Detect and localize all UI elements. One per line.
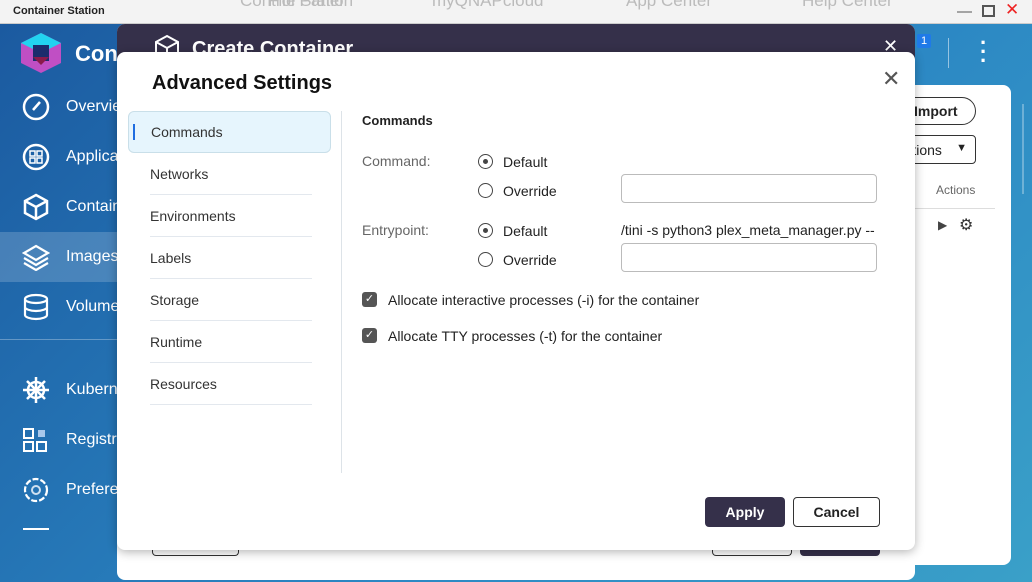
- sidebar-item-registries[interactable]: Registries: [0, 415, 137, 465]
- grid-icon: [22, 143, 50, 171]
- entrypoint-label: Entrypoint:: [362, 222, 429, 238]
- tty-label: Allocate TTY processes (-t) for the cont…: [388, 328, 663, 344]
- interactive-label: Allocate interactive processes (-i) for …: [388, 292, 700, 308]
- sidebar-item-kubernetes[interactable]: Kubernetes: [0, 365, 148, 415]
- sidebar-item-images[interactable]: Images: [0, 232, 120, 282]
- header-divider: [948, 38, 949, 68]
- app-logo-icon: [21, 33, 61, 73]
- window-title: Container Station: [13, 5, 111, 17]
- sidebar-more-item: [23, 528, 49, 530]
- command-override-input[interactable]: [621, 174, 877, 203]
- nav-runtime[interactable]: Runtime: [150, 321, 312, 363]
- bg-app-label: App Center: [626, 0, 712, 10]
- command-default-label: Default: [503, 154, 548, 170]
- entrypoint-default-radio[interactable]: [478, 223, 493, 238]
- entrypoint-override-input[interactable]: [621, 243, 877, 272]
- nav-networks[interactable]: Networks: [150, 153, 312, 195]
- layers-icon: [22, 244, 50, 271]
- nav-environments[interactable]: Environments: [150, 195, 312, 237]
- entrypoint-default-value: /tini -s python3 plex_meta_manager.py --: [621, 222, 875, 238]
- gear-icon: [23, 477, 49, 503]
- background-scrollbar: [1022, 104, 1032, 194]
- bg-app-label: myQNAPcloud: [432, 0, 544, 10]
- sidebar-item-overview[interactable]: Overview: [0, 82, 133, 132]
- bg-app-label: File Station: [268, 0, 354, 10]
- command-label: Command:: [362, 153, 431, 169]
- command-default-radio[interactable]: [478, 154, 493, 169]
- nav-labels[interactable]: Labels: [150, 237, 312, 279]
- section-title: Commands: [362, 113, 433, 128]
- images-panel: Import Actions ▼ Actions ▶ ⚙: [885, 85, 1011, 565]
- sidebar-item-applications[interactable]: Applications: [0, 132, 152, 182]
- caret-down-icon: ▼: [956, 142, 967, 154]
- nav-storage[interactable]: Storage: [150, 279, 312, 321]
- entrypoint-override-label: Override: [503, 252, 557, 268]
- cancel-button[interactable]: Cancel: [793, 497, 880, 527]
- nav-resources[interactable]: Resources: [150, 363, 312, 405]
- database-icon: [23, 293, 49, 321]
- window-titlebar: Control Panel File Station myQNAPcloud A…: [0, 0, 1032, 24]
- command-override-label: Override: [503, 183, 557, 199]
- dialog-title: Advanced Settings: [152, 72, 333, 94]
- gauge-icon: [22, 93, 50, 121]
- cube-icon: [23, 193, 49, 221]
- minimize-button[interactable]: —: [957, 4, 972, 19]
- helm-icon: [23, 377, 49, 403]
- settings-gear-icon[interactable]: ⚙: [959, 215, 973, 235]
- vertical-divider: [341, 111, 342, 473]
- notification-badge[interactable]: 1: [917, 34, 932, 48]
- sidebar-item-containers[interactable]: Containers: [0, 182, 143, 232]
- tty-checkbox[interactable]: ✓: [362, 328, 377, 343]
- maximize-button[interactable]: [982, 5, 995, 17]
- close-icon[interactable]: ✕: [882, 66, 900, 92]
- sidebar-item-preferences[interactable]: Preferences: [0, 465, 152, 515]
- sidebar-item-volumes[interactable]: Volumes: [0, 282, 127, 332]
- more-menu-icon[interactable]: · · ·: [980, 32, 987, 72]
- registry-icon: [23, 428, 47, 452]
- sidebar-divider: [0, 339, 120, 340]
- entrypoint-override-radio[interactable]: [478, 252, 493, 267]
- bg-app-label: Help Center: [802, 0, 893, 10]
- entrypoint-default-label: Default: [503, 223, 548, 239]
- command-override-radio[interactable]: [478, 183, 493, 198]
- apply-button[interactable]: Apply: [705, 497, 785, 527]
- column-header-actions: Actions: [936, 183, 976, 197]
- nav-commands[interactable]: Commands: [128, 111, 331, 153]
- interactive-checkbox[interactable]: ✓: [362, 292, 377, 307]
- close-window-button[interactable]: ✕: [1005, 1, 1019, 18]
- advanced-settings-dialog: Advanced Settings ✕ Commands Networks En…: [117, 52, 915, 550]
- play-icon[interactable]: ▶: [938, 218, 947, 232]
